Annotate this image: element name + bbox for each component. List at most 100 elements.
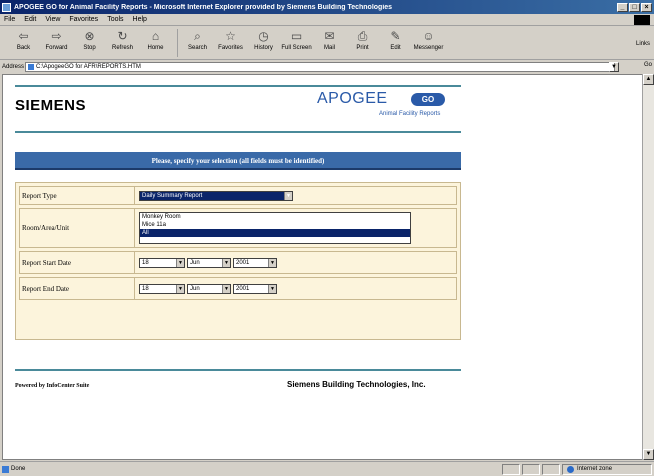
- menu-bar: File Edit View Favorites Tools Help: [0, 14, 654, 26]
- status-text: Done: [2, 465, 502, 473]
- company-name: Siemens Building Technologies, Inc.: [287, 380, 426, 389]
- search-button[interactable]: ⌕ Search: [182, 27, 213, 51]
- siemens-logo: SIEMENS: [15, 97, 87, 114]
- forward-button[interactable]: ⇨ Forward: [41, 27, 72, 51]
- start-date-row: Report Start Date 18 ▼ Jun ▼ 2001 ▼: [19, 251, 457, 274]
- report-form: Report Type Daily Summary Report ▼ Room/…: [15, 182, 461, 340]
- close-button[interactable]: ×: [641, 2, 652, 12]
- security-zone: Internet zone: [562, 463, 652, 475]
- chevron-down-icon: ▼: [176, 285, 184, 293]
- report-type-row: Report Type Daily Summary Report ▼: [19, 186, 457, 205]
- go-button[interactable]: Go: [644, 62, 652, 68]
- print-button[interactable]: ⎙ Print: [347, 27, 378, 51]
- search-icon: ⌕: [194, 29, 201, 43]
- title-bar: APOGEE GO for Animal Facility Reports - …: [0, 0, 654, 14]
- menu-file[interactable]: File: [4, 16, 15, 23]
- end-day-select[interactable]: 18 ▼: [139, 284, 185, 294]
- end-year-select[interactable]: 2001 ▼: [233, 284, 277, 294]
- favorites-button[interactable]: ☆ Favorites: [215, 27, 246, 51]
- start-day-select[interactable]: 18 ▼: [139, 258, 185, 268]
- stop-button[interactable]: ⊗ Stop: [74, 27, 105, 51]
- start-year-select[interactable]: 2001 ▼: [233, 258, 277, 268]
- address-dropdown-button[interactable]: ▼: [609, 62, 619, 72]
- edit-icon: ✎: [390, 29, 401, 43]
- vertical-scrollbar[interactable]: ▲ ▼: [642, 74, 654, 460]
- chevron-down-icon: ▼: [268, 259, 276, 267]
- menu-view[interactable]: View: [45, 16, 60, 23]
- messenger-button[interactable]: ☺ Messenger: [413, 27, 444, 51]
- page-icon: [28, 64, 34, 70]
- end-date-label: Report End Date: [22, 285, 70, 293]
- room-option[interactable]: Monkey Room: [140, 213, 410, 221]
- favorites-icon: ☆: [225, 29, 236, 43]
- header-rule-top: [15, 85, 461, 87]
- room-label: Room/Area/Unit: [22, 224, 70, 232]
- mail-button[interactable]: ✉ Mail: [314, 27, 345, 51]
- apogee-logo: APOGEE: [317, 90, 388, 107]
- brand-subtitle: Animal Facility Reports: [379, 111, 441, 117]
- window-controls: _ □ ×: [617, 2, 652, 12]
- forward-arrow-icon: ⇨: [51, 29, 62, 43]
- home-icon: ⌂: [151, 29, 160, 43]
- fullscreen-button[interactable]: ▭ Full Screen: [281, 27, 312, 51]
- print-icon: ⎙: [357, 29, 368, 43]
- room-listbox[interactable]: Monkey Room Mice 11a All: [139, 212, 411, 244]
- toolbar-separator: [177, 29, 178, 57]
- address-bar: Address C:\ApogeeGO for AFR\REPORTS.HTM …: [0, 61, 654, 73]
- instruction-banner: Please, specify your selection (all fiel…: [15, 152, 461, 170]
- header-rule-bottom: [15, 131, 461, 133]
- go-badge: GO: [411, 93, 445, 106]
- menu-favorites[interactable]: Favorites: [69, 16, 98, 23]
- mail-icon: ✉: [324, 29, 335, 43]
- room-option[interactable]: Mice 11a: [140, 221, 410, 229]
- maximize-button[interactable]: □: [629, 2, 640, 12]
- chevron-down-icon: ▼: [222, 285, 230, 293]
- menu-edit[interactable]: Edit: [24, 16, 36, 23]
- room-option-selected[interactable]: All: [140, 229, 410, 237]
- status-panel: [542, 463, 560, 475]
- edit-button[interactable]: ✎ Edit: [380, 27, 411, 51]
- room-row: Room/Area/Unit Monkey Room Mice 11a All: [19, 208, 457, 248]
- scroll-up-arrow-icon[interactable]: ▲: [643, 74, 654, 85]
- report-type-label: Report Type: [22, 192, 57, 200]
- status-panel: [502, 463, 520, 475]
- powered-by-text: Powered by InfoCenter Suite: [15, 383, 90, 389]
- back-button[interactable]: ⇦ Back: [8, 27, 39, 51]
- address-label: Address: [2, 64, 25, 70]
- windows-logo-icon: [634, 15, 650, 25]
- page-done-icon: [2, 465, 9, 473]
- minimize-button[interactable]: _: [617, 2, 628, 12]
- address-url: C:\ApogeeGO for AFR\REPORTS.HTM: [36, 64, 141, 70]
- back-arrow-icon: ⇦: [18, 29, 29, 43]
- chevron-down-icon: ▼: [176, 259, 184, 267]
- history-icon: ◷: [258, 29, 269, 43]
- status-panel: [522, 463, 540, 475]
- end-date-row: Report End Date 18 ▼ Jun ▼ 2001 ▼: [19, 277, 457, 300]
- stop-icon: ⊗: [84, 29, 95, 43]
- refresh-icon: ↻: [117, 29, 128, 43]
- menu-tools[interactable]: Tools: [107, 16, 123, 23]
- chevron-down-icon: ▼: [268, 285, 276, 293]
- end-month-select[interactable]: Jun ▼: [187, 284, 231, 294]
- address-input[interactable]: C:\ApogeeGO for AFR\REPORTS.HTM: [25, 62, 615, 72]
- links-button[interactable]: Links: [636, 41, 650, 47]
- start-month-select[interactable]: Jun ▼: [187, 258, 231, 268]
- scroll-down-arrow-icon[interactable]: ▼: [643, 449, 654, 460]
- status-bar: Done Internet zone: [0, 461, 654, 476]
- chevron-down-icon: ▼: [284, 192, 292, 200]
- globe-icon: [567, 465, 574, 473]
- home-button[interactable]: ⌂ Home: [140, 27, 171, 51]
- refresh-button[interactable]: ↻ Refresh: [107, 27, 138, 51]
- window-title: APOGEE GO for Animal Facility Reports - …: [14, 3, 393, 11]
- start-date-label: Report Start Date: [22, 259, 71, 267]
- messenger-icon: ☺: [422, 29, 435, 43]
- menu-help[interactable]: Help: [133, 16, 147, 23]
- footer-rule: [15, 369, 461, 371]
- fullscreen-icon: ▭: [290, 29, 303, 43]
- report-type-select[interactable]: Daily Summary Report ▼: [139, 191, 293, 201]
- ie-app-icon: [2, 2, 11, 12]
- page-content: SIEMENS APOGEE GO Animal Facility Report…: [2, 74, 644, 460]
- chevron-down-icon: ▼: [222, 259, 230, 267]
- toolbar: ⇦ Back ⇨ Forward ⊗ Stop ↻ Refresh ⌂ Home ⌕ Sea…: [0, 27, 654, 60]
- history-button[interactable]: ◷ History: [248, 27, 279, 51]
